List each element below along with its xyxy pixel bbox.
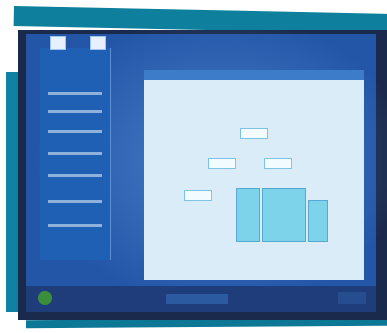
desktop-icon[interactable] [50,36,66,50]
photo-frame-left [6,72,18,312]
taskbar [26,286,376,312]
sidebar [40,48,111,260]
menu-item [48,92,102,95]
grid-cell [308,200,328,242]
menu-item [48,200,102,203]
diagram-node [240,128,268,139]
menu-item [48,110,102,113]
menu-item [48,152,102,155]
start-orb-icon[interactable] [38,291,52,305]
sidebar-top-icons [50,36,120,52]
taskbar-button[interactable] [166,294,228,304]
desktop-icon[interactable] [90,36,106,50]
grid-cell [262,188,306,242]
menu-item [48,224,102,227]
app-window [144,70,364,280]
app-window-titlebar [144,70,364,80]
diagram-node [208,158,236,169]
projected-screen [18,30,387,320]
tray-icon [338,292,366,304]
menu-item [48,174,102,177]
grid-cell [236,188,260,242]
menu-item [48,130,102,133]
diagram-node [184,190,212,201]
diagram-node [264,158,292,169]
